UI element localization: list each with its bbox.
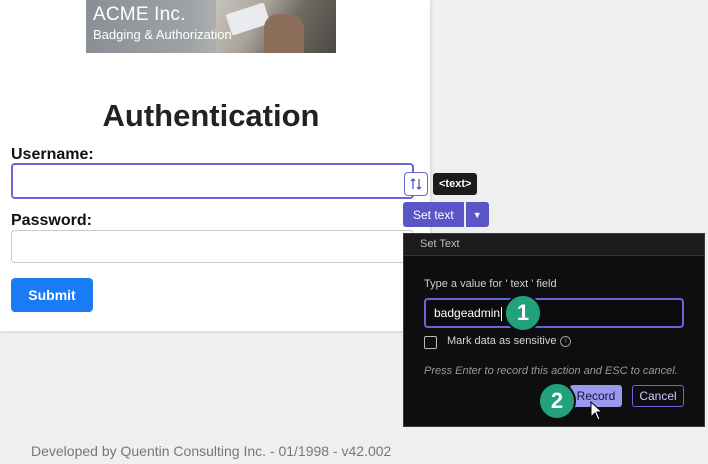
text-cursor — [501, 306, 503, 321]
password-label: Password: — [11, 212, 92, 229]
hand-graphic — [264, 14, 304, 53]
element-tag-badge: <text> — [433, 173, 478, 195]
company-name: ACME Inc. — [93, 4, 186, 25]
page-title: Authentication — [102, 98, 320, 133]
footer-text: Developed by Quentin Consulting Inc. - 0… — [31, 443, 392, 459]
value-text: badgeadmin — [434, 306, 501, 320]
username-label: Username: — [11, 146, 94, 163]
sensitive-checkbox[interactable] — [424, 336, 437, 349]
chevron-down-icon[interactable]: ▼ — [465, 202, 489, 227]
company-banner: ACME Inc. Badging & Authorization — [86, 0, 336, 53]
keyboard-hint: Press Enter to record this action and ES… — [424, 365, 678, 377]
step-badge-2: 2 — [538, 382, 576, 420]
password-input[interactable] — [11, 230, 414, 263]
step-badge-1: 1 — [504, 294, 542, 332]
swap-icon[interactable] — [404, 172, 428, 196]
submit-button[interactable]: Submit — [11, 278, 93, 312]
set-text-action-group: Set text ▼ — [403, 202, 489, 227]
company-tagline: Badging & Authorization — [93, 27, 232, 42]
value-prompt: Type a value for ' text ' field — [424, 278, 557, 290]
sensitive-label-text: Mark data as sensitive — [447, 335, 557, 347]
username-input[interactable] — [11, 163, 414, 199]
set-text-button[interactable]: Set text — [403, 202, 464, 227]
sensitive-label: Mark data as sensitive i — [447, 335, 572, 347]
swap-arrows-icon — [410, 178, 422, 190]
value-input[interactable]: badgeadmin — [424, 298, 684, 328]
cancel-button[interactable]: Cancel — [632, 385, 684, 407]
info-icon: i — [560, 335, 572, 347]
login-card: ACME Inc. Badging & Authorization Authen… — [0, 0, 430, 331]
mouse-pointer-icon — [590, 401, 604, 421]
panel-title: Set Text — [404, 234, 704, 256]
